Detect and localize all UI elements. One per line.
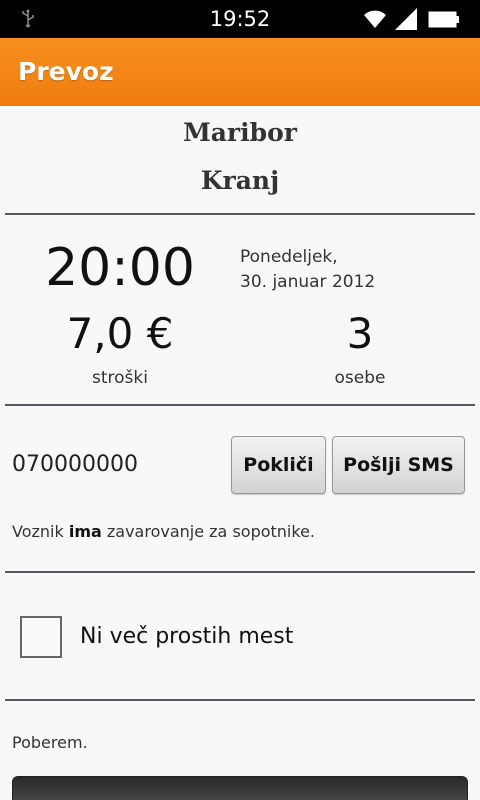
battery-icon [428,11,459,28]
divider [5,571,475,573]
divider [5,699,475,701]
divider [5,213,475,215]
route-to: Kranj [200,166,280,195]
cost-value: 7,0 € [66,309,174,358]
departure-time: 20:00 [45,238,195,298]
insurance-info: Voznik ima zavarovanje za sopotnike. [12,522,315,541]
wifi-icon [364,10,386,28]
departure-day: Ponedeljek, [240,247,338,267]
ride-comment: Poberem. [12,733,88,752]
insurance-suffix: zavarovanje za sopotnike. [101,522,315,541]
driver-phone: 070000000 [12,452,138,477]
status-bar: 19:52 [0,0,480,38]
full-checkbox[interactable] [20,616,62,658]
full-checkbox-label[interactable]: Ni več prostih mest [80,624,293,649]
route-from: Maribor [183,118,297,147]
app-title: Prevoz [18,57,114,86]
signal-icon [395,8,417,30]
action-bar: Prevoz [0,38,480,106]
insurance-prefix: Voznik [12,522,69,541]
insurance-emphasis: ima [68,522,102,541]
people-label: osebe [334,368,386,388]
call-button[interactable]: Pokliči [231,436,326,494]
bottom-button[interactable] [12,776,468,800]
divider [5,404,475,406]
send-sms-button[interactable]: Pošlji SMS [332,436,465,494]
cost-label: stroški [92,368,148,388]
departure-date-value: 30. januar 2012 [240,272,376,292]
departure-date: Ponedeljek, 30. januar 2012 [240,245,375,295]
people-value: 3 [346,309,374,358]
